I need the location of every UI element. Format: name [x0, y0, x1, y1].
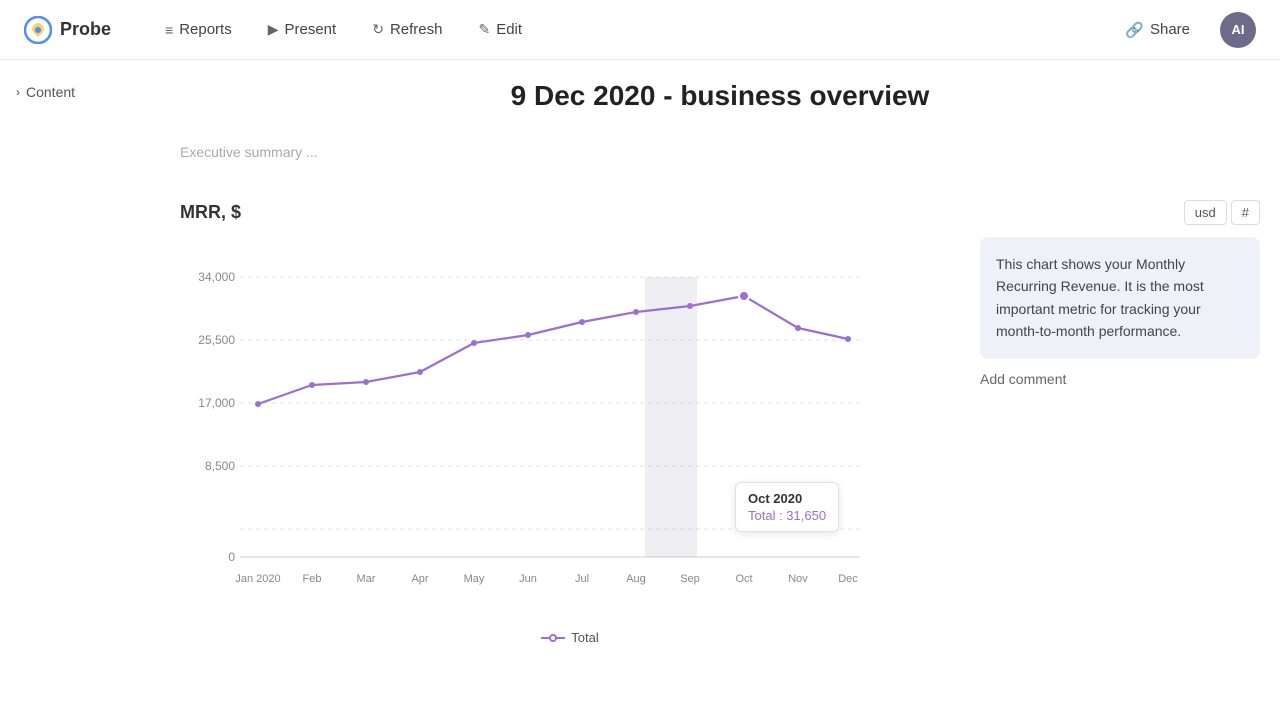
share-icon: 🔗 [1125, 21, 1144, 39]
add-comment-link[interactable]: Add comment [980, 371, 1066, 387]
svg-text:Jan 2020: Jan 2020 [235, 573, 280, 585]
content-area: 9 Dec 2020 - business overview Executive… [160, 80, 1280, 645]
chart-section: MRR, $ usd # [180, 200, 1260, 645]
chart-controls: usd # [1184, 200, 1260, 225]
data-dot-jul [579, 319, 585, 325]
svg-text:Nov: Nov [788, 573, 808, 585]
header: Probe ≡ Reports ▶ Present ↻ Refresh ✎ Ed… [0, 0, 1280, 60]
share-button[interactable]: 🔗 Share [1111, 13, 1204, 47]
nav-present-label: Present [285, 21, 337, 38]
chart-header: MRR, $ usd # [180, 200, 1260, 225]
right-panel: This chart shows your Monthly Recurring … [980, 237, 1260, 645]
svg-text:0: 0 [228, 550, 235, 564]
chart-line [258, 296, 848, 404]
nav-refresh-label: Refresh [390, 21, 443, 38]
highlight-column [645, 277, 697, 557]
logo[interactable]: Probe [24, 16, 111, 44]
present-icon: ▶ [268, 21, 279, 38]
svg-text:17,000: 17,000 [198, 396, 235, 410]
nav-reports-label: Reports [179, 21, 232, 38]
svg-text:Jul: Jul [575, 573, 589, 585]
nav-edit-label: Edit [496, 21, 522, 38]
logo-text: Probe [60, 19, 111, 40]
chart-container: 34,000 25,500 17,000 8,500 0 [180, 237, 960, 645]
data-dot-apr [417, 369, 423, 375]
usd-button[interactable]: usd [1184, 200, 1227, 225]
data-dot-may [471, 340, 477, 346]
content-toggle[interactable]: › Content [16, 80, 144, 104]
nav-refresh[interactable]: ↻ Refresh [358, 13, 456, 46]
nav-edit[interactable]: ✎ Edit [464, 13, 536, 46]
chart-description-text: This chart shows your Monthly Recurring … [996, 256, 1204, 339]
reports-icon: ≡ [165, 22, 173, 38]
edit-icon: ✎ [478, 21, 490, 38]
legend-total: Total [541, 630, 598, 645]
svg-text:Oct: Oct [735, 573, 752, 585]
svg-text:Jun: Jun [519, 573, 537, 585]
data-dot-sep [687, 303, 693, 309]
svg-text:Apr: Apr [411, 573, 428, 585]
svg-text:Sep: Sep [680, 573, 700, 585]
chart-legend: Total [180, 630, 960, 645]
nav-reports[interactable]: ≡ Reports [151, 13, 246, 46]
chart-row: 34,000 25,500 17,000 8,500 0 [180, 237, 1260, 645]
svg-text:Mar: Mar [357, 573, 376, 585]
data-dot-jun [525, 332, 531, 338]
avatar[interactable]: AI [1220, 12, 1256, 48]
svg-text:Aug: Aug [626, 573, 646, 585]
legend-line-icon [541, 632, 565, 644]
header-right: 🔗 Share AI [1111, 12, 1256, 48]
avatar-text: AI [1232, 22, 1245, 37]
logo-icon [24, 16, 52, 44]
page-title: 9 Dec 2020 - business overview [180, 80, 1260, 112]
svg-text:Dec: Dec [838, 573, 858, 585]
legend-total-label: Total [571, 630, 598, 645]
data-dot-feb [309, 382, 315, 388]
data-dot-nov [795, 325, 801, 331]
svg-text:Feb: Feb [303, 573, 322, 585]
svg-text:8,500: 8,500 [205, 459, 235, 473]
svg-text:May: May [464, 573, 485, 585]
nav-present[interactable]: ▶ Present [254, 13, 350, 46]
chart-description: This chart shows your Monthly Recurring … [980, 237, 1260, 359]
share-label: Share [1150, 21, 1190, 38]
data-dot-dec [845, 336, 851, 342]
data-dot-jan [255, 401, 261, 407]
mrr-chart-svg: 34,000 25,500 17,000 8,500 0 [180, 237, 880, 617]
refresh-icon: ↻ [372, 21, 384, 38]
data-dot-mar [363, 379, 369, 385]
hash-button[interactable]: # [1231, 200, 1260, 225]
svg-text:25,500: 25,500 [198, 333, 235, 347]
data-dot-aug [633, 309, 639, 315]
chart-title: MRR, $ [180, 202, 241, 223]
main-nav: ≡ Reports ▶ Present ↻ Refresh ✎ Edit [151, 13, 1111, 46]
svg-text:34,000: 34,000 [198, 270, 235, 284]
data-dot-oct [739, 291, 749, 301]
content-label: Content [26, 84, 75, 100]
chevron-right-icon: › [16, 85, 20, 99]
main-content: › Content 9 Dec 2020 - business overview… [0, 60, 1280, 665]
executive-summary[interactable]: Executive summary ... [180, 136, 1260, 168]
sidebar: › Content [0, 80, 160, 645]
